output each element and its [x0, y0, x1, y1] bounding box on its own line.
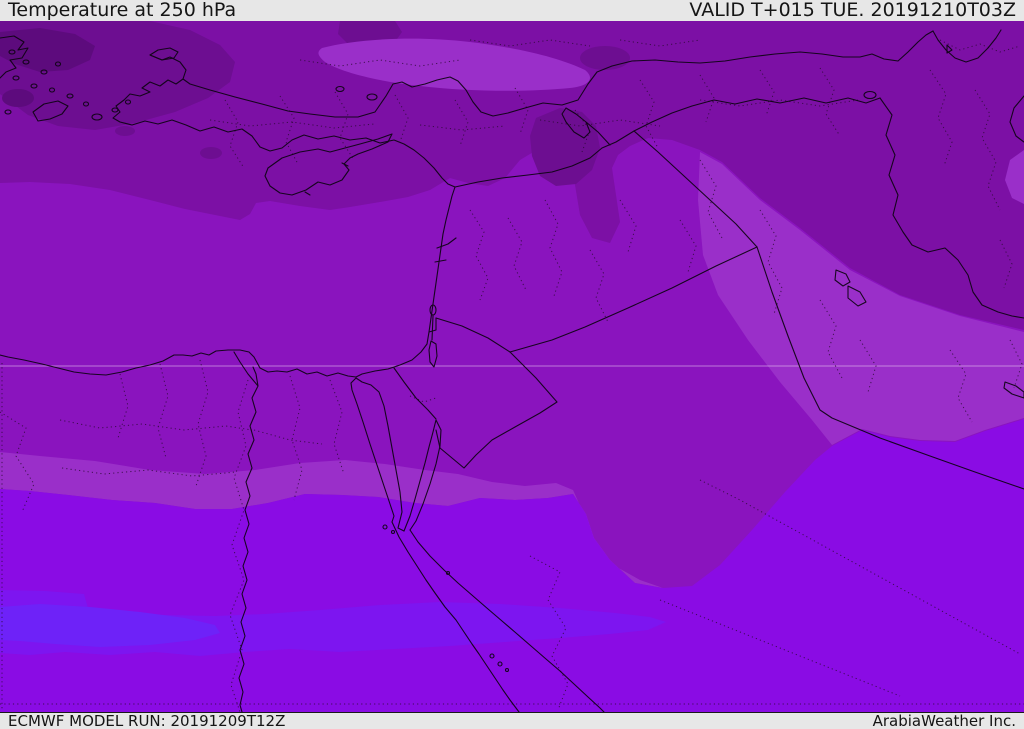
map-canvas [0, 21, 1024, 712]
valid-time-label: VALID T+015 TUE. 20191210T03Z [689, 0, 1016, 21]
status-bar: ECMWF MODEL RUN: 20191209T12Z ArabiaWeat… [0, 712, 1024, 729]
page-title: Temperature at 250 hPa [8, 0, 237, 21]
model-run-label: ECMWF MODEL RUN: 20191209T12Z [8, 711, 286, 729]
credit-label: ArabiaWeather Inc. [872, 711, 1016, 729]
weather-map-app: { "header": { "title": "Temperature at 2… [0, 0, 1024, 729]
title-bar: Temperature at 250 hPa VALID T+015 TUE. … [0, 0, 1024, 21]
